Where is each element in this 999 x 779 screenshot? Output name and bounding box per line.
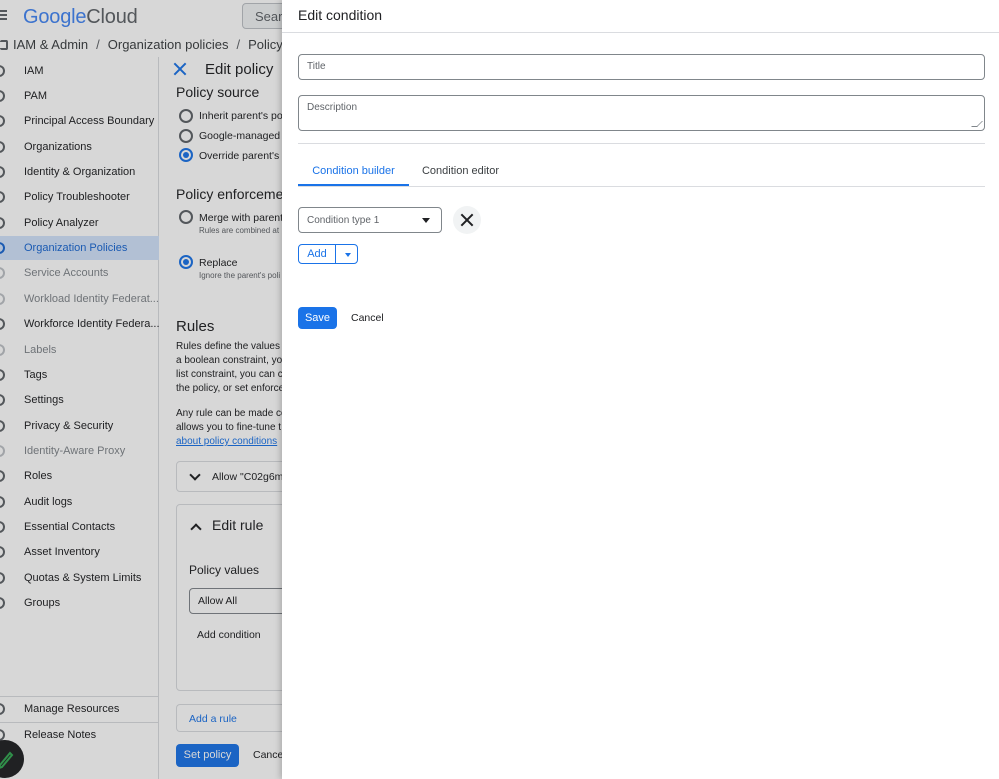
remove-condition-button[interactable] <box>453 206 481 234</box>
drawer-title: Edit condition <box>298 7 383 23</box>
tabs-divider <box>298 186 985 187</box>
description-placeholder: Description <box>307 102 358 113</box>
description-field[interactable]: Description <box>298 95 985 131</box>
dropdown-arrow-icon[interactable] <box>345 253 351 257</box>
edit-condition-drawer: Edit condition Title Description Conditi… <box>282 0 999 779</box>
dropdown-arrow-icon <box>422 218 430 223</box>
condition-type-select[interactable]: Condition type 1 <box>298 207 442 233</box>
condition-type-value: Condition type 1 <box>307 215 380 226</box>
save-button[interactable]: Save <box>298 307 337 329</box>
cancel-button[interactable]: Cancel <box>351 312 384 324</box>
tab-condition-builder[interactable]: Condition builder <box>298 165 409 186</box>
fields-divider <box>298 143 985 144</box>
add-button[interactable]: Add <box>299 245 336 263</box>
tab-condition-editor[interactable]: Condition editor <box>409 165 512 186</box>
close-icon <box>460 213 474 227</box>
title-field[interactable]: Title <box>298 54 985 80</box>
add-split-button[interactable]: Add <box>298 244 358 264</box>
drawer-header-divider <box>282 32 999 33</box>
resize-handle-icon[interactable] <box>971 121 983 127</box>
scrim-overlay[interactable] <box>0 0 282 779</box>
